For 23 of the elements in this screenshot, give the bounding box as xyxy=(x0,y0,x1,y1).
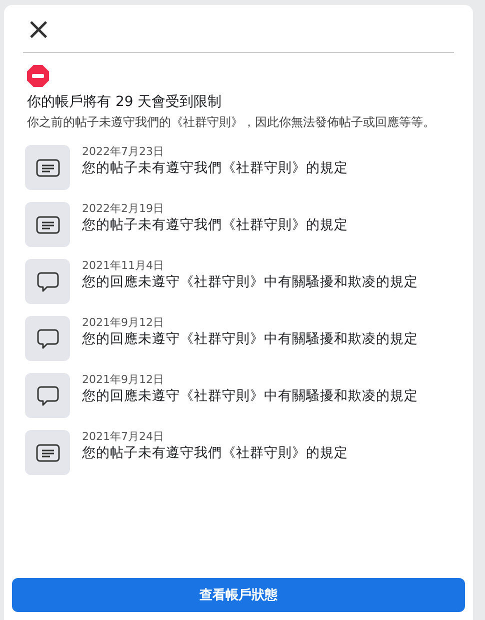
dialog-description: 你之前的帖子未遵守我們的《社群守則》，因此你無法發佈帖子或回應等等。 xyxy=(27,114,436,131)
close-button[interactable]: × xyxy=(22,15,56,45)
post-icon xyxy=(25,145,70,190)
violation-text: 您的回應未遵守《社群守則》中有關騷擾和欺凌的規定 xyxy=(82,273,418,291)
post-icon xyxy=(25,430,70,475)
violation-text: 您的回應未遵守《社群守則》中有關騷擾和欺凌的規定 xyxy=(82,387,418,405)
violation-text: 您的回應未遵守《社群守則》中有關騷擾和欺凌的規定 xyxy=(82,330,418,348)
violation-date: 2022年7月23日 xyxy=(82,145,165,159)
violation-text: 您的帖子未有遵守我們《社群守則》的規定 xyxy=(82,216,348,234)
post-icon xyxy=(25,202,70,247)
violation-date: 2022年2月19日 xyxy=(82,202,165,216)
violation-date: 2021年9月12日 xyxy=(82,373,165,387)
restriction-icon xyxy=(27,65,49,87)
violation-text: 您的帖子未有遵守我們《社群守則》的規定 xyxy=(82,159,348,177)
account-status-button[interactable]: 查看帳戶狀態 xyxy=(12,578,465,612)
violation-text: 您的帖子未有遵守我們《社群守則》的規定 xyxy=(82,444,348,462)
violation-date: 2021年9月12日 xyxy=(82,316,165,330)
dialog-title: 你的帳戶將有 29 天會受到限制 xyxy=(27,93,223,111)
violation-date: 2021年11月4日 xyxy=(82,259,165,273)
comment-icon xyxy=(25,373,70,418)
comment-icon xyxy=(25,259,70,304)
violation-date: 2021年7月24日 xyxy=(82,430,165,444)
comment-icon xyxy=(25,316,70,361)
